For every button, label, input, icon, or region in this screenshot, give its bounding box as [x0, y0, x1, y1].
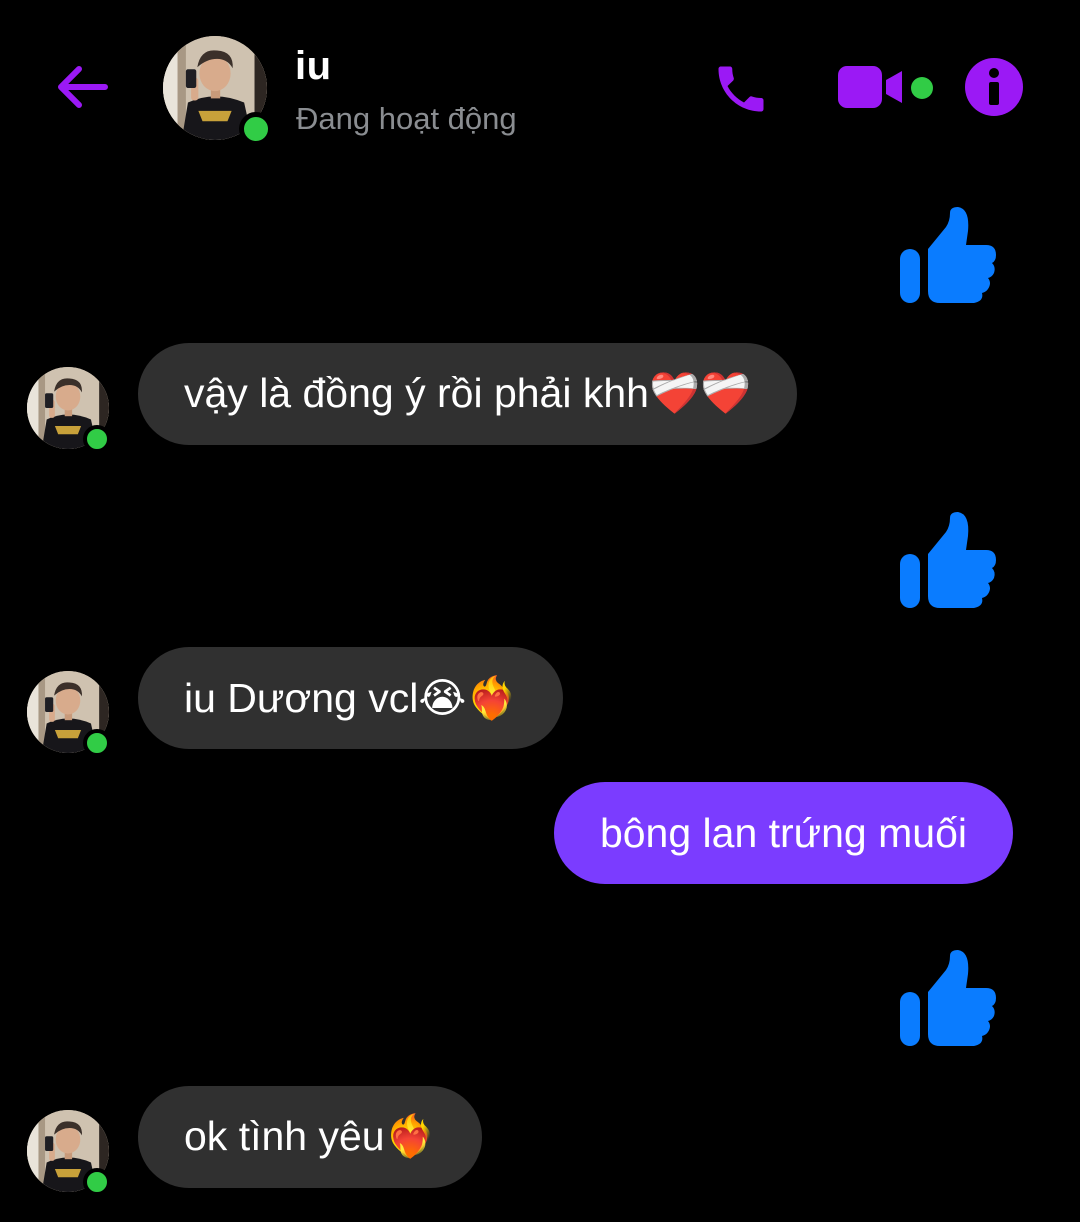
incoming-message-bubble[interactable]: iu Dương vcl😭❤️‍🔥 — [138, 647, 564, 749]
thumbs-up-icon[interactable] — [898, 948, 998, 1048]
sender-avatar[interactable] — [27, 367, 111, 453]
thumbs-up-icon[interactable] — [898, 205, 998, 305]
message-row: ok tình yêu❤️‍🔥 — [0, 1086, 1080, 1196]
online-status-dot — [83, 1168, 111, 1196]
incoming-message-bubble[interactable]: vậy là đồng ý rồi phải khh❤️‍🩹❤️‍🩹 — [138, 343, 798, 445]
phone-icon — [718, 66, 764, 112]
message-row — [0, 946, 1080, 1050]
contact-name[interactable]: iu — [295, 44, 332, 89]
back-button[interactable] — [48, 56, 114, 118]
outgoing-message-bubble[interactable]: bông lan trứng muối — [553, 782, 1013, 884]
message-row: bông lan trứng muối — [0, 782, 1080, 886]
online-status-dot — [83, 425, 111, 453]
incoming-message-bubble[interactable]: ok tình yêu❤️‍🔥 — [138, 1086, 482, 1188]
info-button[interactable] — [964, 57, 1024, 117]
contact-active-status: Đang hoạt động — [296, 101, 517, 136]
message-row: iu Dương vcl😭❤️‍🔥 — [0, 647, 1080, 757]
online-status-dot — [239, 112, 273, 146]
video-active-dot — [911, 77, 933, 99]
video-camera-icon — [838, 66, 902, 108]
sender-avatar[interactable] — [27, 1110, 111, 1196]
online-status-dot — [83, 729, 111, 757]
arrow-left-icon — [58, 66, 108, 108]
message-row — [0, 203, 1080, 307]
conversation-header: iu Đang hoạt động — [0, 0, 1080, 175]
info-icon — [965, 58, 1023, 116]
message-row — [0, 508, 1080, 612]
audio-call-button[interactable] — [710, 58, 772, 120]
message-row: vậy là đồng ý rồi phải khh❤️‍🩹❤️‍🩹 — [0, 343, 1080, 453]
sender-avatar[interactable] — [27, 671, 111, 757]
thumbs-up-icon[interactable] — [898, 510, 998, 610]
contact-avatar[interactable] — [163, 36, 273, 146]
